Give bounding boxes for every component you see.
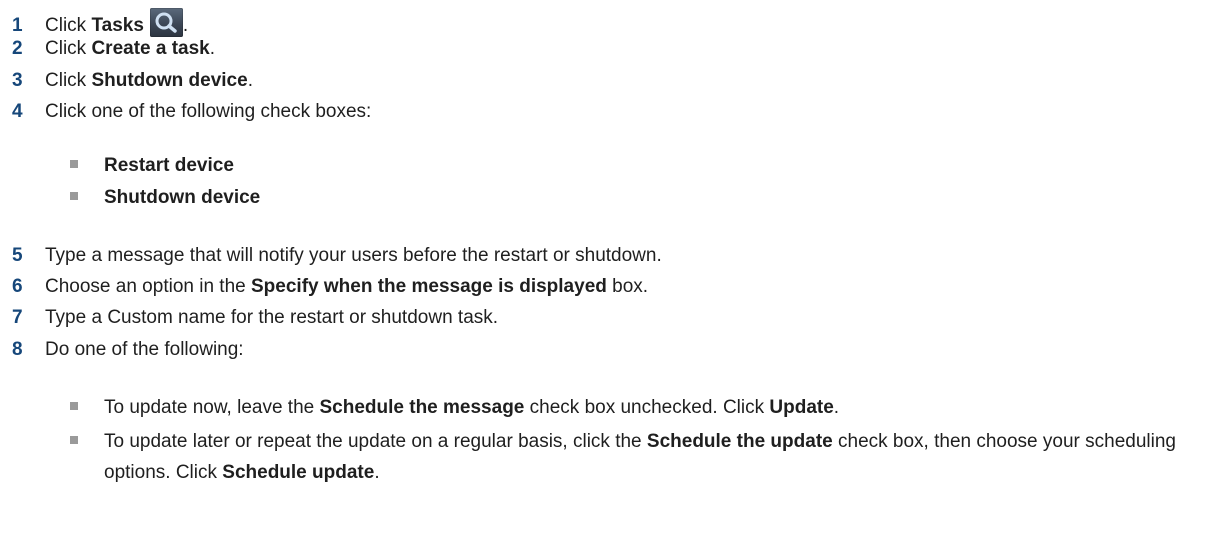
bullet-icon — [70, 160, 78, 168]
step-text: Type a message that will notify your use… — [45, 245, 662, 266]
option-label: Restart device — [104, 155, 234, 176]
step-4: 4 Click one of the following check boxes… — [0, 101, 1200, 123]
step-number: 8 — [12, 339, 23, 360]
bullet-icon — [70, 402, 78, 410]
option-label: Shutdown device — [104, 187, 261, 208]
option-text: To update later or repeat the update on … — [104, 431, 1176, 483]
step-text: Choose an option in the Specify when the… — [45, 276, 649, 297]
option-text: To update now, leave the Schedule the me… — [104, 397, 840, 418]
step-number: 7 — [12, 307, 23, 328]
step-number: 3 — [12, 70, 23, 91]
step-5: 5 Type a message that will notify your u… — [0, 245, 1200, 267]
step-number: 1 — [12, 15, 23, 36]
step-text: Type a Custom name for the restart or sh… — [45, 307, 499, 328]
step-text: Click Tasks. — [45, 8, 188, 37]
search-icon — [149, 8, 183, 37]
option-restart-device: Restart device — [70, 150, 1200, 181]
step-number: 2 — [12, 38, 23, 59]
step-7: 7 Type a Custom name for the restart or … — [0, 307, 1200, 329]
bullet-icon — [70, 192, 78, 200]
step-number: 6 — [12, 276, 23, 297]
step-1: 1 Click Tasks. — [0, 8, 1200, 37]
step-2: 2 Click Create a task. — [0, 38, 1200, 60]
step-number: 5 — [12, 245, 23, 266]
option-shutdown-device: Shutdown device — [70, 182, 1200, 213]
step-number: 4 — [12, 101, 23, 122]
step-text: Click Create a task. — [45, 38, 216, 59]
step-text: Do one of the following: — [45, 339, 244, 360]
step-text: Click one of the following check boxes: — [45, 101, 372, 122]
option-update-now: To update now, leave the Schedule the me… — [70, 392, 1200, 423]
option-update-later: To update later or repeat the update on … — [70, 426, 1200, 488]
procedure-document: 1 Click Tasks. 2 Click Create a task. 3 … — [0, 0, 1215, 546]
step-8: 8 Do one of the following: — [0, 339, 1200, 361]
step-6: 6 Choose an option in the Specify when t… — [0, 276, 1200, 298]
bullet-icon — [70, 436, 78, 444]
step-text: Click Shutdown device. — [45, 70, 253, 91]
step-3: 3 Click Shutdown device. — [0, 70, 1200, 92]
